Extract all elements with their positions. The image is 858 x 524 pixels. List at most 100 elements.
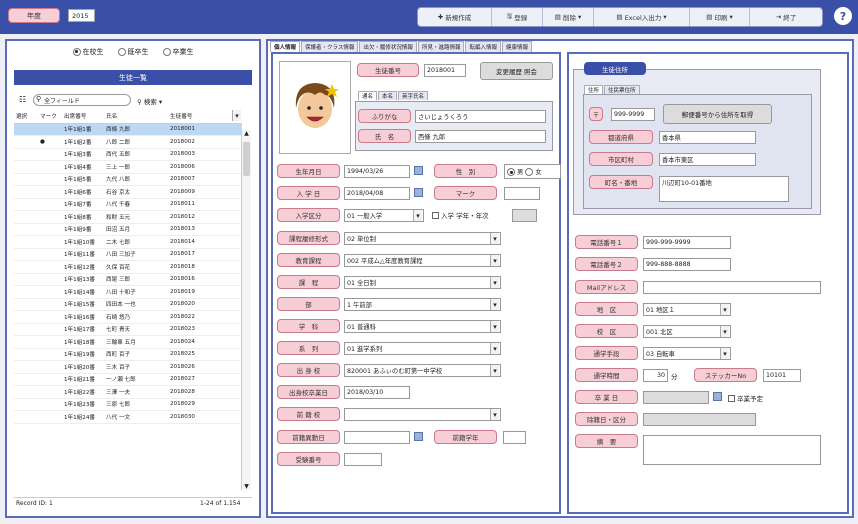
- grad-date-field[interactable]: [643, 391, 709, 404]
- birth-field[interactable]: 1994/03/26: [344, 165, 410, 178]
- new-button[interactable]: ✚ 新規作成: [418, 8, 492, 26]
- exam-no-field[interactable]: [344, 453, 382, 466]
- table-row[interactable]: 1年1組10番 二木 七郎 2018014: [14, 235, 242, 249]
- table-row[interactable]: 1年1組13番 西尾 三郎 2018016: [14, 273, 242, 286]
- table-row[interactable]: 1年1組11番 八田 三加子 2018017: [14, 248, 242, 261]
- tab-real-name[interactable]: 本名: [378, 91, 398, 100]
- kana-field[interactable]: さいじょうくろう: [415, 110, 546, 123]
- table-row[interactable]: 1年1組7番 八代 千春 2018011: [14, 198, 242, 211]
- commute-select[interactable]: 03 自転車: [643, 347, 731, 360]
- radio-graduated-before[interactable]: 既卒生: [117, 47, 149, 57]
- tab-guardian[interactable]: 保護者・クラス情報: [301, 41, 359, 52]
- table-row[interactable]: 1年1組16番 石崎 悠乃 2018022: [14, 310, 242, 324]
- division-select[interactable]: 01 全日制: [344, 276, 501, 289]
- tab-transfer[interactable]: 転編入情報: [465, 41, 501, 52]
- print-button[interactable]: ▤ 印刷 ▾: [690, 8, 750, 26]
- enroll-year-check[interactable]: 入学 学年・年次: [432, 210, 489, 220]
- series-select[interactable]: 01 進学系列: [344, 342, 501, 355]
- tel2-field[interactable]: 999-888-8888: [643, 258, 731, 271]
- table-row[interactable]: ● 1年1組2番 八郎 二郎 2018002: [14, 135, 242, 149]
- student-photo[interactable]: [279, 61, 351, 154]
- search-button[interactable]: ⚲ 検索 ▾: [137, 96, 162, 106]
- tab-attendance[interactable]: 出欠・履修状況情報: [359, 41, 417, 52]
- table-row[interactable]: 1年1組6番 石谷 京太 2018009: [14, 185, 242, 199]
- mail-field[interactable]: [643, 281, 821, 294]
- sticker-field[interactable]: 10101: [763, 369, 801, 382]
- delete-button[interactable]: ▤ 削除 ▾: [543, 8, 594, 26]
- mark-field[interactable]: [504, 187, 540, 200]
- school-area-select[interactable]: 001 北区: [643, 325, 731, 338]
- sex-female-radio[interactable]: 女: [525, 167, 542, 176]
- tab-english-name[interactable]: 英字氏名: [398, 91, 429, 100]
- table-row[interactable]: 1年1組18番 三輪車 五月 2018024: [14, 335, 242, 349]
- tab-resident-address[interactable]: 住民票住所: [604, 85, 640, 94]
- table-row[interactable]: 1年1組20番 三木 百子 2018026: [14, 360, 242, 374]
- pref-field[interactable]: 香本県: [659, 131, 756, 144]
- birth-calendar-icon[interactable]: [414, 166, 423, 175]
- note-field[interactable]: [643, 435, 821, 465]
- table-row[interactable]: 1年1組23番 三原 七郎 2018029: [14, 398, 242, 411]
- zip-field[interactable]: 999-9999: [611, 108, 655, 121]
- table-row[interactable]: 1年1組19番 西町 百子 2018025: [14, 348, 242, 361]
- zip-lookup-button[interactable]: 郵便番号から住所を取得: [663, 104, 772, 124]
- enroll-year-field[interactable]: [512, 209, 537, 222]
- table-row[interactable]: 1年1組1番 西條 九郎 2018001: [14, 123, 242, 136]
- area-select[interactable]: 01 地区１: [643, 303, 731, 316]
- table-row[interactable]: 1年1組8番 和財 五元 2018012: [14, 210, 242, 224]
- history-button[interactable]: 変更履歴 照会: [480, 62, 553, 80]
- commute-time-field[interactable]: 30: [643, 369, 668, 382]
- sex-male-radio[interactable]: 男: [507, 167, 523, 176]
- street-field[interactable]: 川辺町10-01番地: [659, 176, 789, 202]
- radio-graduated[interactable]: 卒業生: [162, 47, 194, 57]
- dept-select[interactable]: 1 午前部: [344, 298, 501, 311]
- table-row[interactable]: 1年1組5番 九代 八郎 2018007: [14, 173, 242, 186]
- prev-grade-field[interactable]: [503, 431, 526, 444]
- prev-date-field[interactable]: [344, 431, 410, 444]
- exclude-field[interactable]: [643, 413, 756, 426]
- city-field[interactable]: 香本市東区: [659, 153, 756, 166]
- table-row[interactable]: 1年1組15番 四田本 一也 2018020: [14, 298, 242, 311]
- curriculum-select[interactable]: 002 平成ム△年度教育課程: [344, 254, 501, 267]
- radio-current[interactable]: 在校生: [72, 47, 104, 57]
- table-row[interactable]: 1年1組24番 八代 一文 2018030: [14, 410, 242, 424]
- exit-button[interactable]: ⇥ 終了: [750, 8, 822, 26]
- tel1-field[interactable]: 999-999-9999: [643, 236, 731, 249]
- grad-plan-check[interactable]: 卒業予定: [728, 393, 763, 403]
- table-row[interactable]: 1年1組17番 七町 青天 2018023: [14, 323, 242, 336]
- table-row[interactable]: 1年1組21番 一ノ瀬 七郎 2018027: [14, 373, 242, 386]
- grad-date-calendar-icon[interactable]: [713, 392, 722, 401]
- student-no-field[interactable]: 2018001: [424, 64, 466, 77]
- help-icon[interactable]: ?: [834, 7, 852, 25]
- enroll-field[interactable]: 2018/04/08: [344, 187, 410, 200]
- subject-select[interactable]: 01 普通科: [344, 320, 501, 333]
- table-row[interactable]: 1年1組4番 三上 一郎 2018006: [14, 160, 242, 174]
- year-field[interactable]: 2015: [68, 9, 95, 22]
- enroll-calendar-icon[interactable]: [414, 188, 423, 197]
- table-row[interactable]: 1年1組9番 田沼 五月 2018013: [14, 223, 242, 236]
- register-button[interactable]: 🖫 登録: [492, 8, 543, 26]
- tab-address[interactable]: 住所: [584, 85, 604, 94]
- prev-date-calendar-icon[interactable]: [414, 432, 423, 441]
- list-scrollbar[interactable]: ▲ ▼: [241, 130, 251, 490]
- tab-personal[interactable]: 個人情報: [270, 41, 301, 52]
- col-student-no[interactable]: 生徒番号: [168, 110, 242, 124]
- tab-remarks[interactable]: 所見・進路情報: [417, 41, 465, 52]
- col-mark[interactable]: マーク: [38, 110, 62, 124]
- grad-field[interactable]: 2018/03/10: [344, 386, 410, 399]
- col-name[interactable]: 氏名: [104, 110, 168, 124]
- prev-school-select[interactable]: [344, 408, 501, 421]
- col-select[interactable]: 選択: [14, 110, 38, 124]
- excel-button[interactable]: ▤ Excel入出力 ▾: [594, 8, 690, 26]
- tab-common-name[interactable]: 通名: [358, 91, 378, 100]
- table-row[interactable]: 1年1組12番 久保 百花 2018018: [14, 260, 242, 274]
- tab-health[interactable]: 健康情報: [501, 41, 532, 52]
- table-row[interactable]: 1年1組3番 西代 五郎 2018003: [14, 148, 242, 161]
- name-field[interactable]: 西條 九郎: [415, 130, 546, 143]
- table-row[interactable]: 1年1組14番 八田 十和子 2018019: [14, 285, 242, 299]
- list-view-icon[interactable]: ☷: [19, 95, 26, 104]
- table-row[interactable]: 1年1組22番 三澤 一夫 2018028: [14, 385, 242, 399]
- search-input[interactable]: 全フィールド: [33, 94, 131, 106]
- enroll-type-select[interactable]: 01 一般入学: [344, 209, 424, 222]
- course-select[interactable]: 02 単位制: [344, 232, 501, 245]
- school-select[interactable]: 820001 あふぃのむ町第一中学校: [344, 364, 501, 377]
